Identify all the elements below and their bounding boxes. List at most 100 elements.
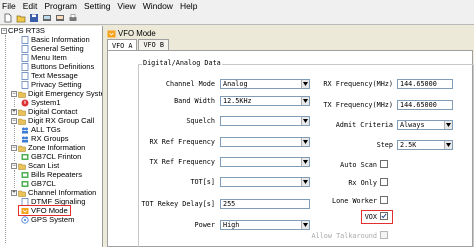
toolbar	[0, 11, 474, 25]
tree-item-menu-item[interactable]: Menu Item	[21, 53, 67, 62]
expand-icon[interactable]: +	[11, 189, 17, 196]
collapse-icon[interactable]: −	[11, 117, 17, 124]
document-area: VFO Mode VFO A VFO B Digital/Analog Data…	[104, 26, 474, 247]
power-select[interactable]: High	[220, 220, 310, 230]
admit-criteria-select[interactable]: Always	[397, 120, 453, 130]
zone-icon	[21, 180, 29, 187]
alert-icon	[21, 99, 29, 106]
collapse-icon[interactable]: −	[11, 144, 17, 151]
menu-help[interactable]: Help	[180, 1, 197, 11]
document-title: VFO Mode	[107, 29, 156, 38]
chevron-down-icon	[301, 221, 309, 229]
menu-file[interactable]: File	[2, 1, 16, 11]
print-icon[interactable]	[67, 12, 78, 23]
write-icon[interactable]	[54, 12, 65, 23]
tree-item-zone-information[interactable]: − Zone Information	[11, 143, 85, 152]
power-label: Power	[194, 221, 215, 229]
vox-checkbox[interactable]	[380, 212, 388, 220]
tree-item-bills-repeaters[interactable]: Bills Repeaters	[21, 170, 82, 179]
admit-criteria-label: Admit Criteria	[335, 121, 393, 129]
vfo-icon	[21, 207, 29, 214]
auto-scan-checkbox[interactable]	[380, 160, 388, 168]
menu-view[interactable]: View	[117, 1, 135, 11]
tree-root[interactable]: − CPS RT3S	[1, 26, 45, 35]
tot-select[interactable]	[220, 177, 310, 187]
chevron-down-icon	[301, 117, 309, 125]
lone-worker-label: Lone Worker	[331, 197, 377, 205]
tree-item-general-setting[interactable]: General Setting	[21, 44, 84, 53]
band-width-label: Band Width	[174, 97, 215, 105]
chevron-down-icon	[301, 97, 309, 105]
menu-setting[interactable]: Setting	[84, 1, 110, 11]
tree-item-privacy-setting[interactable]: Privacy Setting	[21, 80, 82, 89]
read-icon[interactable]	[41, 12, 52, 23]
folder-icon	[18, 190, 26, 197]
tree-line	[14, 152, 15, 161]
expand-icon[interactable]: +	[11, 108, 17, 115]
tot-rekey-delay-input[interactable]: 255	[220, 199, 310, 209]
tree-item-text-message[interactable]: Text Message	[21, 71, 78, 80]
tree-item-channel-information[interactable]: + Channel Information	[11, 188, 96, 197]
rx-frequency-input[interactable]: 144.65000	[397, 79, 453, 89]
group-icon	[22, 136, 28, 142]
tot-label: TOT[s]	[190, 178, 215, 186]
tx-frequency-label: TX Frequency(MHz)	[323, 101, 393, 109]
band-width-select[interactable]: 12.5KHz	[220, 96, 310, 106]
menu-window[interactable]: Window	[143, 1, 173, 11]
doc-icon	[21, 35, 29, 44]
squelch-select[interactable]	[220, 116, 310, 126]
group-icon	[22, 127, 28, 133]
collapse-icon[interactable]: −	[11, 162, 17, 169]
tab-vfo-b[interactable]: VFO B	[138, 39, 169, 50]
doc-icon	[21, 197, 29, 206]
tree-item-digit-emergency-system[interactable]: − Digit Emergency Syste	[11, 89, 102, 98]
chevron-down-icon	[301, 138, 309, 146]
tree-item-basic-information[interactable]: Basic Information	[21, 35, 90, 44]
tree-item-all-tgs[interactable]: ALL TGs	[21, 125, 61, 134]
rx-frequency-label: RX Frequency(MHz)	[323, 80, 393, 88]
folder-icon	[18, 145, 26, 152]
collapse-icon[interactable]: −	[11, 90, 17, 97]
tree-item-gps-system[interactable]: GPS System	[21, 215, 74, 224]
tree-item-dtmf-signaling[interactable]: DTMF Signaling	[21, 197, 85, 206]
zone-icon	[21, 153, 29, 160]
tree-item-buttons-definitions[interactable]: Buttons Definitions	[21, 62, 94, 71]
save-icon[interactable]	[28, 12, 39, 23]
vox-label: VOX	[364, 213, 377, 221]
menu-program[interactable]: Program	[44, 1, 77, 11]
chevron-down-icon	[301, 178, 309, 186]
squelch-label: Squelch	[186, 117, 215, 125]
tree-item-gb7cl[interactable]: GB7CL	[21, 179, 56, 188]
tx-frequency-input[interactable]: 144.65000	[397, 100, 453, 110]
tot-rekey-delay-label: TOT Rekey Delay[s]	[141, 200, 215, 208]
doc-icon	[21, 71, 29, 80]
rx-only-checkbox[interactable]	[380, 178, 388, 186]
menu-edit[interactable]: Edit	[23, 1, 38, 11]
doc-icon	[21, 44, 29, 53]
rx-ref-frequency-select[interactable]	[220, 137, 310, 147]
tree-item-system1[interactable]: System1	[21, 98, 61, 107]
tree-item-gb7cl-frinton[interactable]: GB7CL Frinton	[21, 152, 81, 161]
lone-worker-checkbox[interactable]	[380, 196, 388, 204]
tree-item-scan-list[interactable]: − Scan List	[11, 161, 59, 170]
step-label: Step	[376, 141, 393, 149]
allow-talkaround-checkbox[interactable]	[380, 231, 388, 239]
tree-item-rx-groups[interactable]: RX Groups	[21, 134, 69, 143]
collapse-icon[interactable]: −	[1, 27, 7, 34]
tree-item-vfo-mode[interactable]: VFO Mode	[18, 205, 71, 216]
tree-line	[5, 35, 6, 243]
open-icon[interactable]	[15, 12, 26, 23]
channel-mode-select[interactable]: Analog	[220, 79, 310, 89]
rx-ref-frequency-label: RX Ref Frequency	[149, 138, 215, 146]
step-select[interactable]: 2.5K	[397, 140, 453, 150]
tree-line	[14, 125, 15, 143]
tx-ref-frequency-label: TX Ref Frequency	[149, 158, 215, 166]
tree-item-digital-contact[interactable]: + Digital Contact	[11, 107, 77, 116]
tree-item-digit-rx-group-call[interactable]: − Digit RX Group Call	[11, 116, 94, 125]
new-icon[interactable]	[2, 12, 13, 23]
zone-icon	[21, 171, 29, 178]
chevron-down-icon	[444, 141, 452, 149]
menu-bar: File Edit Program Setting View Window He…	[0, 0, 474, 11]
tx-ref-frequency-select[interactable]	[220, 157, 310, 167]
rx-only-label: Rx Only	[348, 179, 377, 187]
